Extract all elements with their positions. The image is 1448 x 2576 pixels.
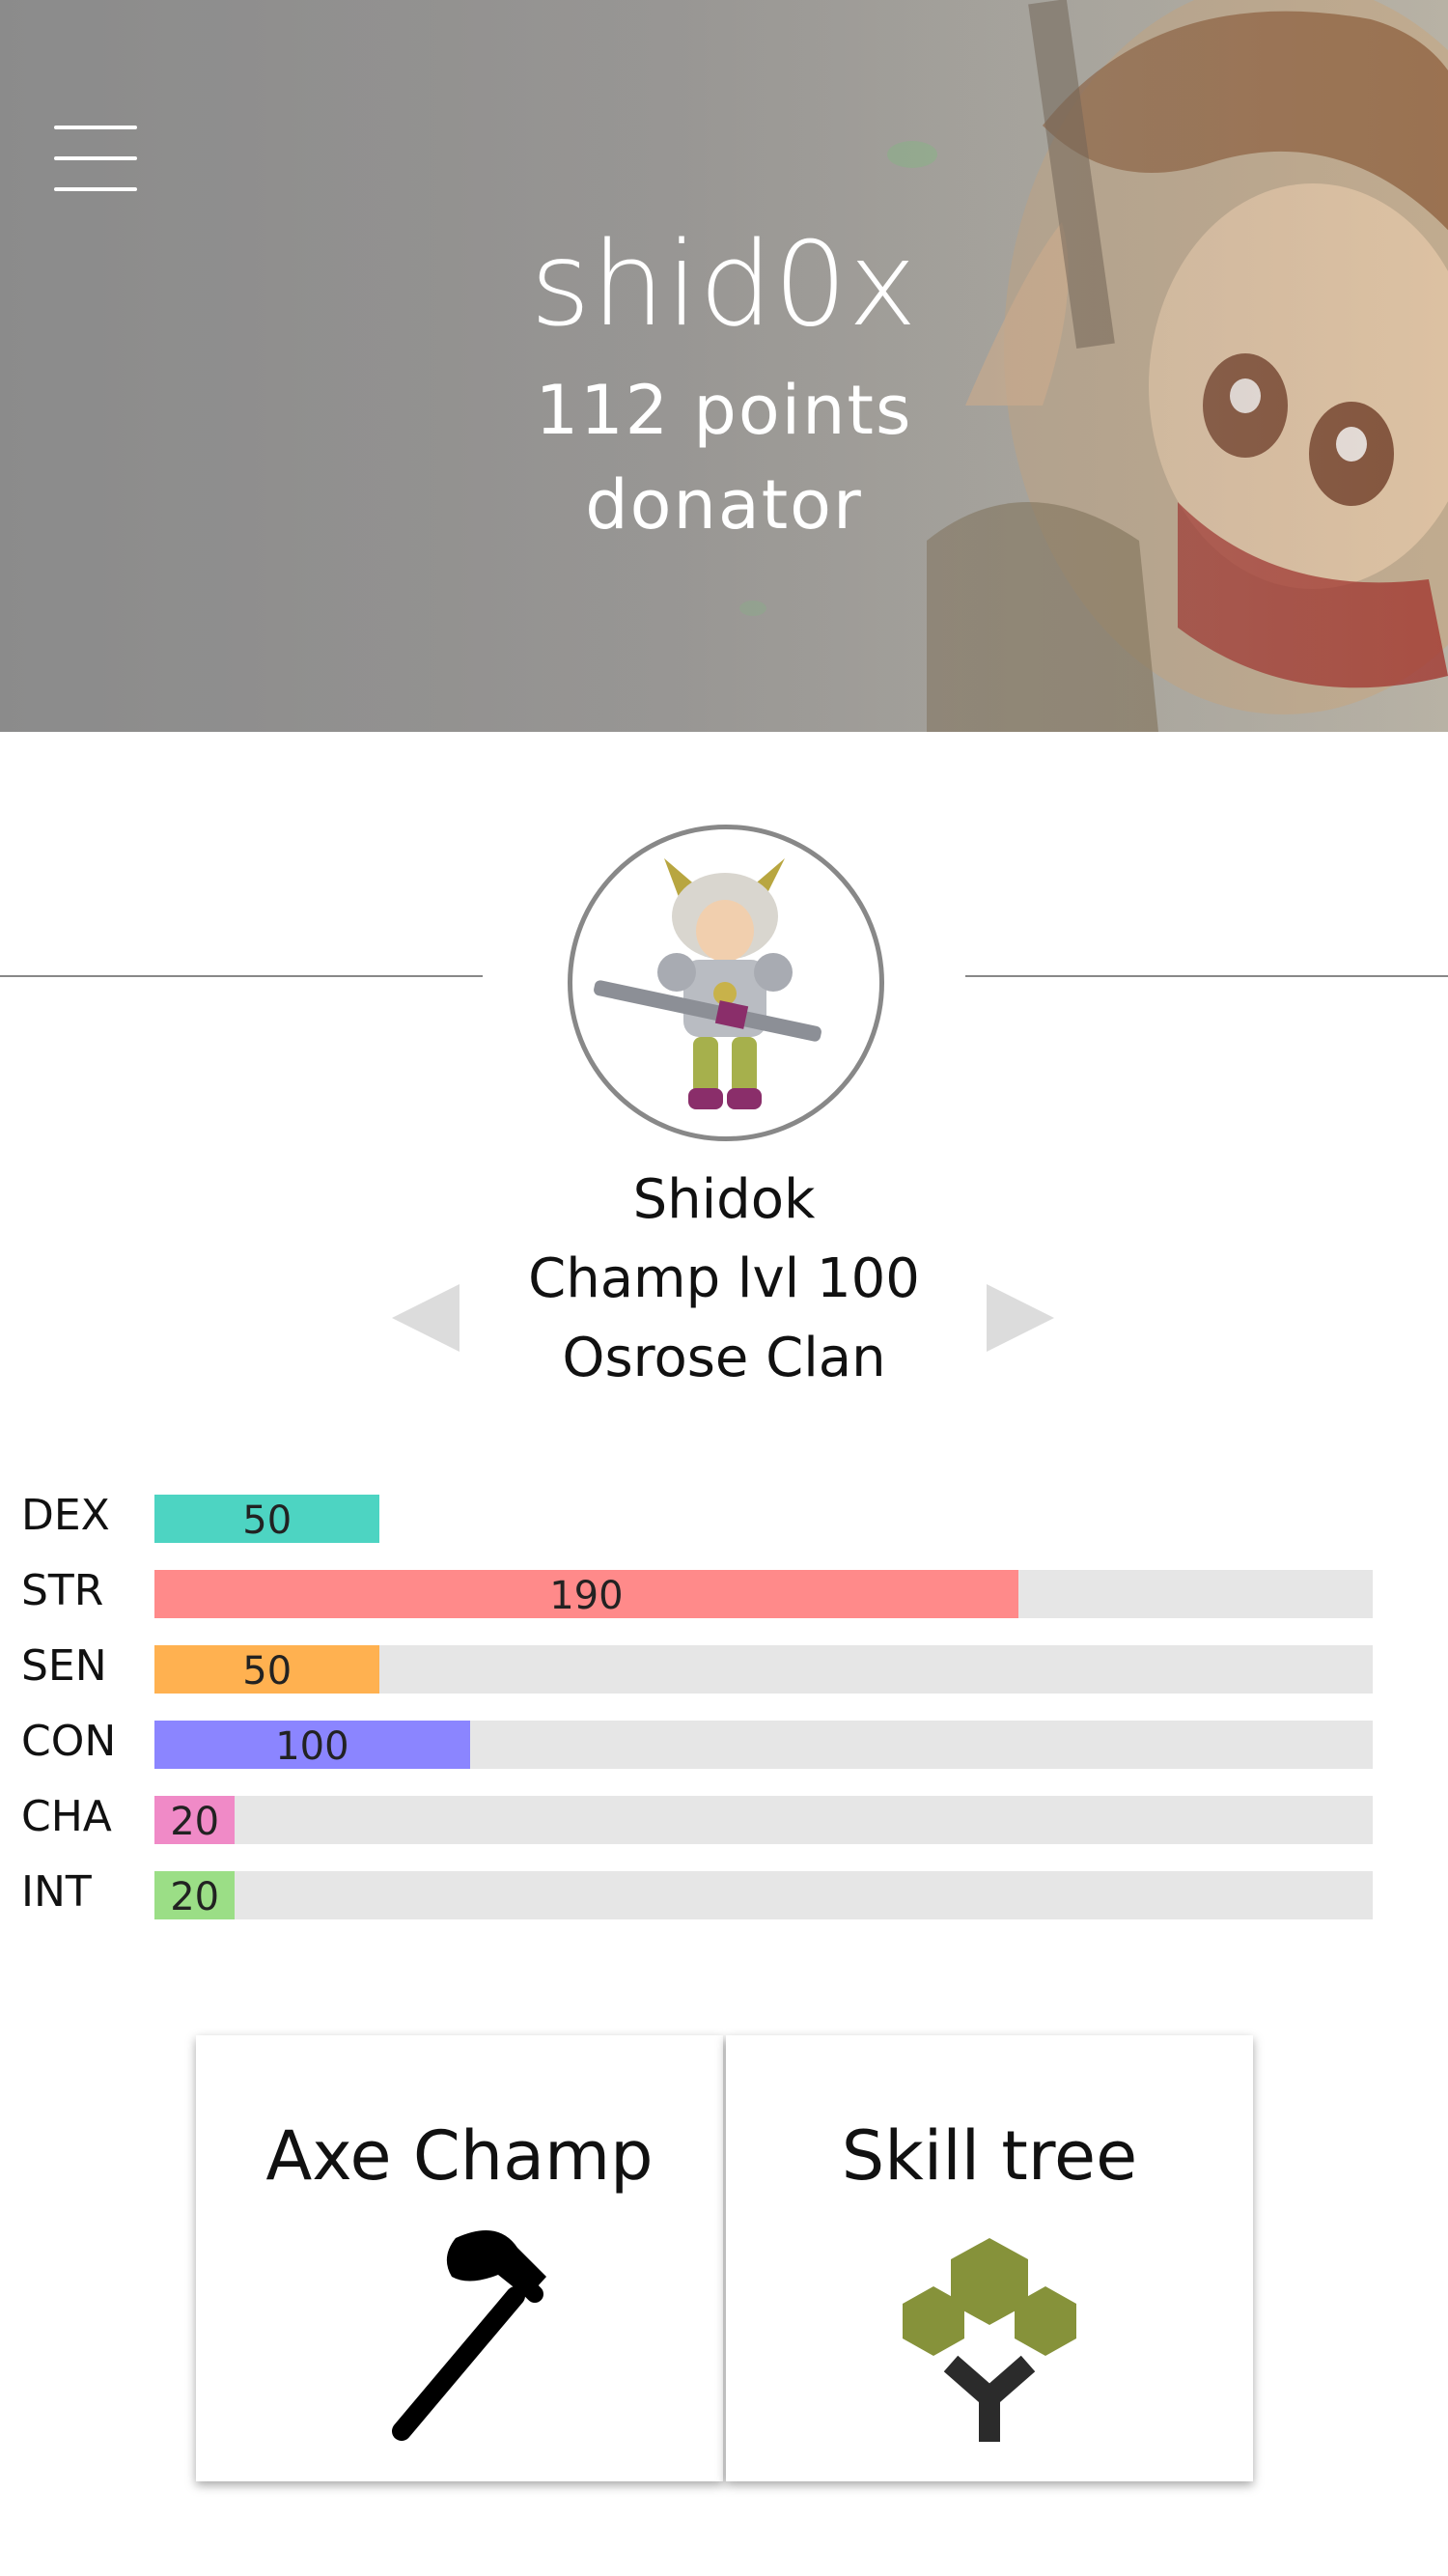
profile-header: shid0x 112 points donator <box>0 0 1448 732</box>
username: shid0x <box>530 218 918 352</box>
stat-bar-fill: 20 <box>154 1796 236 1844</box>
stat-label: STR <box>21 1566 104 1615</box>
stat-label: INT <box>21 1867 92 1917</box>
stat-row-str: STR 190 <box>0 1562 1448 1620</box>
divider-right <box>965 975 1448 977</box>
stat-track: 100 <box>154 1721 1373 1769</box>
stat-label: CON <box>21 1717 117 1766</box>
stat-row-con: CON 100 <box>0 1713 1448 1771</box>
skill-tree-label: Skill tree <box>841 2116 1138 2196</box>
stat-bar-fill: 20 <box>154 1871 236 1919</box>
hexagon-tree-icon <box>903 2238 1076 2442</box>
stat-bar-fill: 190 <box>154 1570 1018 1618</box>
stat-track: 20 <box>154 1871 1373 1919</box>
stat-label: CHA <box>21 1792 112 1841</box>
triangle-left-icon[interactable] <box>392 1284 459 1352</box>
divider-left <box>0 975 483 977</box>
triangle-right-icon[interactable] <box>987 1284 1054 1352</box>
stat-row-sen: SEN 50 <box>0 1638 1448 1695</box>
character-avatar[interactable] <box>568 825 884 1141</box>
stat-track: 20 <box>154 1796 1373 1844</box>
stat-row-dex: DEX 50 <box>0 1487 1448 1545</box>
points-count: 112 points <box>535 371 913 450</box>
character-class-level: Champ lvl 100 <box>528 1247 920 1310</box>
stat-track: 190 <box>154 1570 1373 1618</box>
stat-track: 50 <box>154 1645 1373 1694</box>
weapon-class-card[interactable]: Axe Champ <box>196 2035 723 2481</box>
hamburger-menu-icon[interactable] <box>54 124 137 193</box>
stat-label: DEX <box>21 1491 110 1540</box>
stat-row-int: INT 20 <box>0 1863 1448 1921</box>
stat-row-cha: CHA 20 <box>0 1788 1448 1846</box>
header-overlay <box>0 0 1448 732</box>
user-role: donator <box>585 465 863 545</box>
stat-bar-fill: 50 <box>154 1645 380 1694</box>
stat-bar-fill: 100 <box>154 1721 470 1769</box>
weapon-class-label: Axe Champ <box>265 2116 654 2196</box>
character-portrait <box>594 858 821 1109</box>
character-clan: Osrose Clan <box>562 1327 886 1389</box>
stat-bar-fill: 50 <box>154 1495 380 1543</box>
skill-tree-card[interactable]: Skill tree <box>726 2035 1253 2481</box>
stat-track: 50 <box>154 1495 1373 1543</box>
character-name: Shidok <box>632 1168 816 1231</box>
axe-icon <box>392 2230 546 2441</box>
stat-label: SEN <box>21 1641 107 1691</box>
